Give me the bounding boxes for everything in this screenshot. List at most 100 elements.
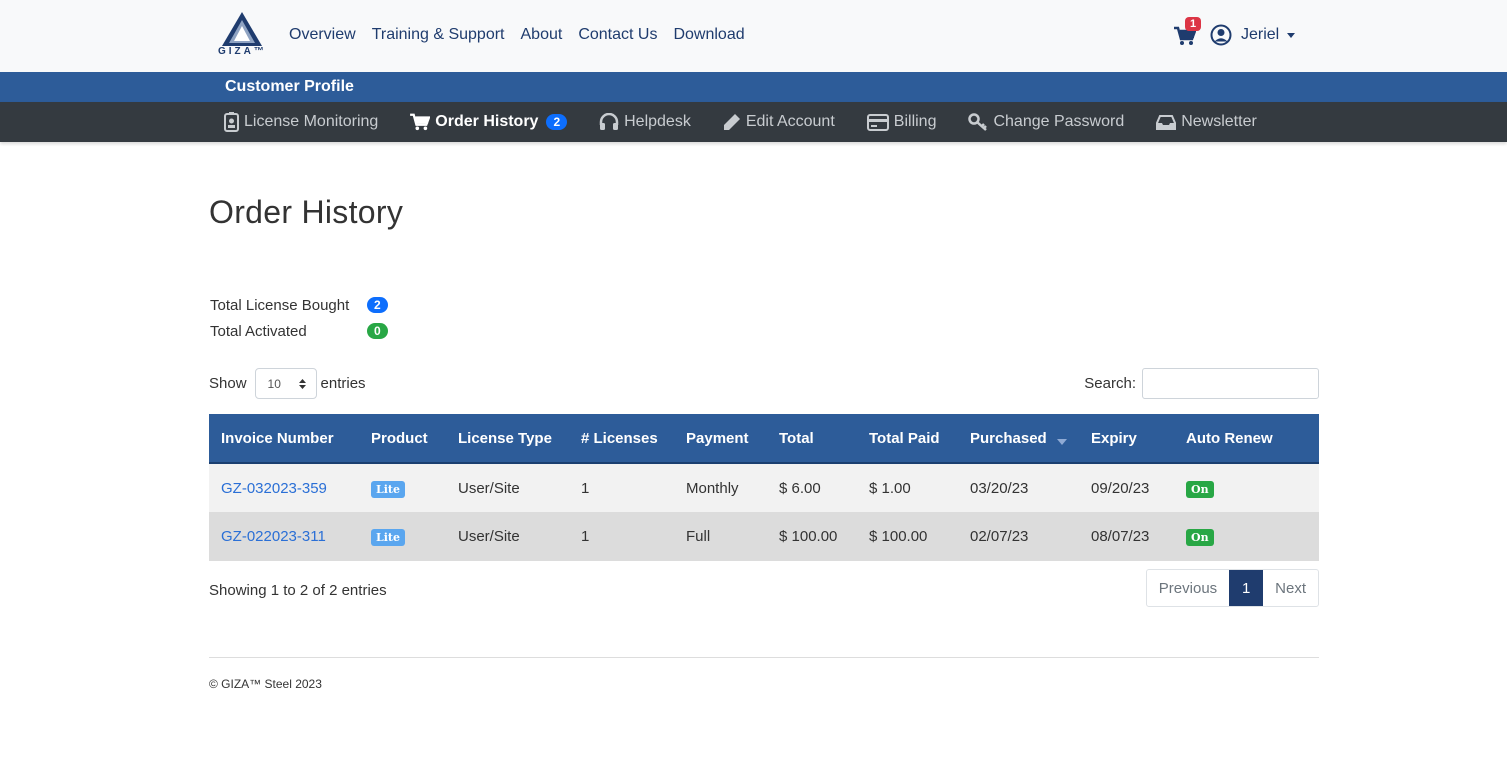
main-nav: Overview Training & Support About Contac…	[289, 26, 745, 44]
expiry-cell: 08/07/23	[1091, 528, 1150, 545]
stat-total-activated: Total Activated 0	[209, 318, 1319, 344]
pagination: Previous 1 Next	[1145, 569, 1319, 607]
page-size-control: Show 10 entries	[209, 368, 366, 399]
nav-training-support[interactable]: Training & Support	[372, 26, 505, 44]
headset-icon	[599, 113, 619, 130]
total-paid-cell: $ 1.00	[869, 479, 911, 497]
copyright: © GIZA™ Steel 2023	[209, 677, 322, 691]
col-license-type[interactable]: License Type	[446, 414, 569, 463]
subnav-order-history[interactable]: Order History 2	[410, 113, 568, 131]
user-menu-toggle[interactable]: Jeriel	[1241, 26, 1279, 44]
inbox-icon	[1156, 115, 1177, 130]
payment-cell: Full	[686, 528, 711, 545]
auto-renew-badge: On	[1186, 480, 1214, 498]
product-cell: Lite	[359, 512, 446, 561]
col-total-paid[interactable]: Total Paid	[857, 414, 958, 463]
subnav-label: Helpdesk	[624, 113, 691, 130]
product-badge: Lite	[371, 480, 405, 498]
search-input[interactable]	[1142, 368, 1319, 399]
total-cell: $ 100.00	[779, 528, 838, 545]
col-licenses[interactable]: # Licenses	[569, 414, 674, 463]
customer-profile-bar: Customer Profile	[0, 72, 1507, 102]
subnav-label: Edit Account	[745, 113, 835, 130]
purchased-cell: 02/07/23	[970, 528, 1029, 545]
credit-card-icon	[866, 113, 889, 131]
top-navbar: GIZA™ Overview Training & Support About …	[0, 0, 1507, 72]
page-1-button[interactable]: 1	[1229, 570, 1264, 606]
subnav-newsletter[interactable]: Newsletter	[1156, 113, 1257, 131]
search-control: Search:	[1084, 368, 1319, 399]
chevron-down-icon[interactable]	[1287, 33, 1295, 38]
main-content: Order History Total License Bought 2 Tot…	[209, 142, 1319, 691]
subnav-label: Newsletter	[1181, 113, 1257, 130]
invoice-link[interactable]: GZ-022023-311	[221, 528, 326, 545]
key-icon	[968, 113, 988, 131]
col-invoice-number[interactable]: Invoice Number	[209, 414, 359, 463]
sort-updown-icon	[298, 378, 306, 389]
page-size-select[interactable]: 10	[254, 368, 317, 399]
page-title: Order History	[209, 194, 404, 230]
subnav-change-password[interactable]: Change Password	[968, 113, 1124, 131]
stat-value-badge: 0	[367, 323, 388, 339]
subnav-edit-account[interactable]: Edit Account	[723, 113, 835, 131]
auto-renew-badge: On	[1186, 529, 1214, 546]
cart-icon	[410, 113, 431, 131]
col-product[interactable]: Product	[359, 414, 446, 463]
nav-contact-us[interactable]: Contact Us	[578, 26, 657, 44]
footer-divider	[209, 657, 1319, 658]
next-page-button[interactable]: Next	[1263, 570, 1318, 606]
order-history-table: Invoice Number Product License Type # Li…	[209, 414, 1319, 561]
payment-cell: Monthly	[686, 479, 739, 497]
licenses-cell: 1	[581, 479, 590, 497]
invoice-link[interactable]: GZ-032023-359	[221, 480, 327, 497]
sort-desc-icon	[1056, 438, 1067, 445]
col-purchased[interactable]: Purchased	[958, 414, 1079, 463]
license-type-cell: User/Site	[458, 528, 520, 545]
subnav-helpdesk[interactable]: Helpdesk	[599, 113, 691, 131]
nav-download[interactable]: Download	[673, 26, 744, 44]
profile-subnav: License Monitoring Order History 2 Helpd…	[0, 102, 1507, 142]
col-expiry[interactable]: Expiry	[1079, 414, 1174, 463]
subnav-license-monitoring[interactable]: License Monitoring	[224, 112, 378, 132]
page-size-value: 10	[267, 376, 281, 391]
invoice-cell: GZ-022023-311	[209, 512, 359, 561]
licenses-cell: 1	[581, 528, 590, 545]
subnav-billing[interactable]: Billing	[866, 113, 937, 131]
previous-page-button[interactable]: Previous	[1147, 570, 1229, 606]
invoice-cell: GZ-032023-359	[209, 463, 359, 512]
total-paid-cell: $ 100.00	[869, 528, 928, 545]
subnav-label: Billing	[893, 113, 937, 130]
order-count-badge: 2	[546, 114, 568, 130]
logo-text: GIZA™	[218, 46, 267, 57]
pagination-info: Showing 1 to 2 of 2 entries	[209, 581, 387, 599]
nav-overview[interactable]: Overview	[289, 26, 356, 44]
auto-renew-cell: On	[1174, 463, 1319, 512]
table-header-row: Invoice Number Product License Type # Li…	[209, 414, 1319, 463]
search-label: Search:	[1084, 375, 1136, 392]
license-stats: Total License Bought 2 Total Activated 0	[209, 292, 1319, 344]
product-cell: Lite	[359, 463, 446, 512]
col-auto-renew[interactable]: Auto Renew	[1174, 414, 1319, 463]
table-controls: Show 10 entries Search:	[209, 368, 1319, 399]
id-badge-icon	[224, 112, 239, 132]
table-footer: Showing 1 to 2 of 2 entries Previous 1 N…	[209, 569, 1319, 607]
col-total[interactable]: Total	[767, 414, 857, 463]
subnav-label: Change Password	[993, 113, 1125, 130]
product-badge: Lite	[371, 529, 405, 546]
stat-label: Total Activated	[210, 322, 307, 340]
total-cell: $ 6.00	[779, 479, 821, 497]
nav-about[interactable]: About	[521, 26, 563, 44]
cart-count-badge: 1	[1185, 17, 1202, 31]
user-circle-icon[interactable]	[1210, 24, 1232, 46]
expiry-cell: 09/20/23	[1091, 479, 1150, 497]
stat-label: Total License Bought	[210, 296, 350, 314]
show-label: Show	[209, 375, 247, 392]
auto-renew-cell: On	[1174, 512, 1319, 561]
subnav-label: License Monitoring	[244, 113, 379, 130]
stat-value-badge: 2	[367, 297, 388, 313]
stat-total-license-bought: Total License Bought 2	[209, 292, 1319, 318]
entries-label: entries	[320, 375, 366, 392]
col-payment[interactable]: Payment	[674, 414, 767, 463]
table-row: GZ-022023-311 Lite User/Site 1 Full $ 10…	[209, 512, 1319, 561]
col-purchased-label: Purchased	[970, 429, 1047, 447]
